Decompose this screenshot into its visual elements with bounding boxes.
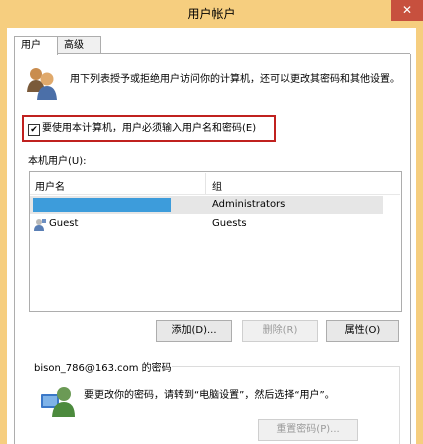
group-cell: Guests	[212, 218, 247, 229]
column-separator[interactable]	[205, 173, 206, 194]
group-cell: Administrators	[212, 199, 286, 210]
tab-users[interactable]: 用户	[14, 36, 58, 55]
header-divider	[30, 194, 400, 195]
reset-password-button[interactable]: 重置密码(P)...	[258, 419, 358, 441]
guest-user-icon	[33, 218, 47, 232]
require-password-label[interactable]: 要使用本计算机，用户必须输入用户名和密码(E)	[42, 122, 256, 136]
close-button[interactable]: ✕	[391, 0, 423, 21]
window-title: 用户帐户	[187, 7, 236, 21]
description-text: 用下列表授予或拒绝用户访问你的计算机，还可以更改其密码和其他设置。	[70, 74, 400, 85]
group-border-right	[399, 366, 400, 444]
window-frame-right	[416, 28, 423, 444]
users-icon	[26, 66, 60, 102]
local-users-label: 本机用户(U):	[28, 156, 87, 167]
window-frame-left	[0, 28, 7, 444]
username-cell[interactable]: Guest	[49, 217, 78, 231]
password-group-title: bison_786@163.com 的密码	[34, 363, 172, 374]
selected-username-cell[interactable]	[33, 198, 171, 212]
group-border	[172, 366, 399, 367]
column-header-group[interactable]: 组	[212, 178, 222, 193]
require-password-checkbox[interactable]: ✔	[28, 124, 40, 136]
password-note: 要更改你的密码，请转到“电脑设置”，然后选择“用户”。	[84, 390, 335, 401]
column-header-username[interactable]: 用户名	[35, 178, 65, 193]
remove-user-button[interactable]: 删除(R)	[242, 320, 318, 342]
properties-button[interactable]: 属性(O)	[326, 320, 399, 342]
add-user-button[interactable]: 添加(D)...	[156, 320, 232, 342]
tab-advanced[interactable]: 高级	[57, 36, 101, 53]
user-account-icon	[40, 382, 76, 418]
